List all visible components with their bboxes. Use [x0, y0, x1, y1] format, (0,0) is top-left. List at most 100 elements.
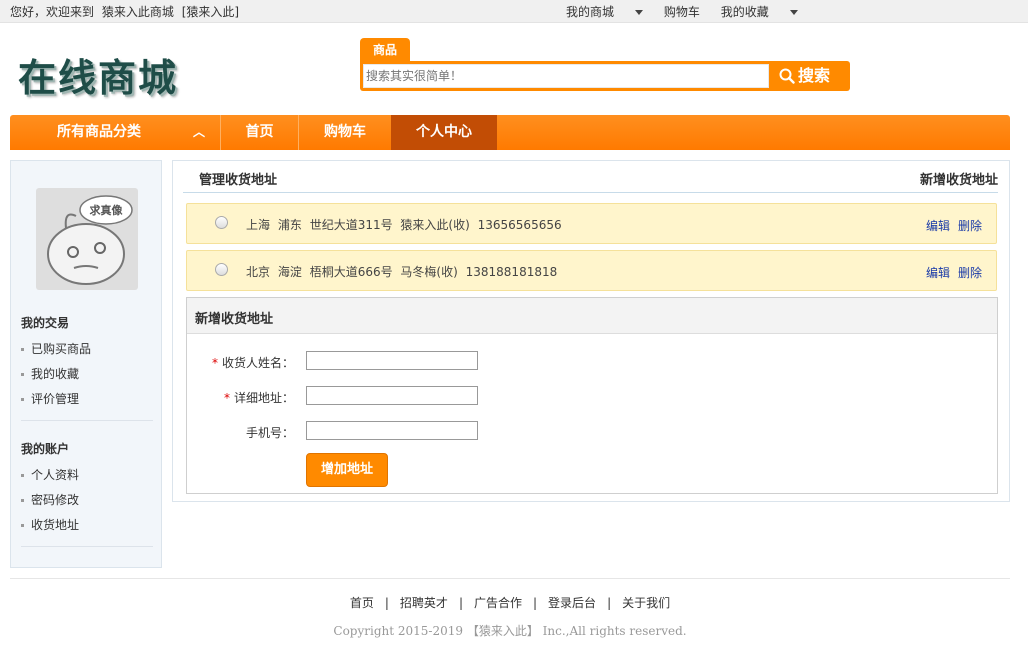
search-button-label: 搜索: [798, 66, 831, 85]
address-label-text: 详细地址：: [233, 391, 294, 405]
footer-link-ads[interactable]: 广告合作: [474, 596, 522, 610]
form-header: 新增收货地址: [187, 298, 997, 334]
user-link[interactable]: [猿来入此]: [182, 5, 239, 19]
edit-link[interactable]: 编辑: [926, 266, 950, 280]
site-logo[interactable]: 在线商城: [18, 47, 178, 102]
form-row-phone: 手机号：: [187, 421, 997, 441]
sidebar: 求真像 我的交易 已购买商品 我的收藏 评价管理 我的账户 个人资料 密码修改 …: [10, 160, 162, 568]
bullet-icon: [21, 474, 24, 477]
add-address-button[interactable]: 增加地址: [306, 453, 388, 487]
address-text: 上海 浦东 世纪大道311号 猿来入此(收) 13656565656: [246, 216, 566, 233]
footer-links: 首页 | 招聘英才 | 广告合作 | 登录后台 | 关于我们: [0, 594, 1020, 611]
cart-link[interactable]: 购物车: [664, 3, 700, 20]
address-province: 北京: [246, 265, 271, 279]
address-recipient: 马冬梅(收): [400, 265, 458, 279]
address-radio[interactable]: [215, 263, 228, 276]
form-title: 新增收货地址: [195, 312, 274, 327]
bullet-icon: [21, 524, 24, 527]
search-input[interactable]: [363, 64, 769, 88]
address-text: 北京 海淀 梧桐大道666号 马冬梅(收) 138188181818: [246, 263, 561, 280]
favorites-menu[interactable]: 我的收藏: [721, 3, 798, 20]
address-radio[interactable]: [215, 216, 228, 229]
sidebar-item-reviews[interactable]: 评价管理: [21, 390, 79, 407]
address-header: 管理收货地址 新增收货地址: [183, 161, 998, 193]
footer-divider: [10, 578, 1010, 579]
recipient-name-input[interactable]: [306, 351, 478, 370]
phone-label: 手机号：: [245, 426, 294, 440]
recipient-label-text: 收货人姓名：: [221, 356, 294, 370]
address-district: 浦东: [277, 218, 302, 232]
search-button[interactable]: 搜索: [774, 64, 846, 88]
sidebar-item-label: 密码修改: [31, 493, 80, 507]
sidebar-item-password[interactable]: 密码修改: [21, 491, 79, 508]
shop-name: 猿来入此商城: [101, 5, 174, 19]
nav-personal-center[interactable]: 个人中心: [391, 115, 497, 150]
nav-home[interactable]: 首页: [221, 115, 298, 150]
new-address-link[interactable]: 新增收货地址: [920, 169, 998, 188]
footer-link-admin[interactable]: 登录后台: [548, 596, 596, 610]
bullet-icon: [21, 348, 24, 351]
address-row: 北京 海淀 梧桐大道666号 马冬梅(收) 138188181818 编辑 删除: [186, 250, 997, 291]
favorites-label: 我的收藏: [720, 5, 769, 19]
search-icon: [779, 68, 795, 84]
form-row-recipient: * 收货人姓名：: [187, 351, 997, 371]
delete-link[interactable]: 删除: [958, 219, 982, 233]
address-label: * 详细地址：: [224, 389, 294, 406]
top-links: 我的商城 购物车 我的收藏: [566, 3, 815, 20]
edit-link[interactable]: 编辑: [926, 219, 950, 233]
address-province: 上海: [246, 218, 271, 232]
welcome-text: 您好，欢迎来到 猿来入此商城 [猿来入此]: [10, 3, 243, 20]
chevron-down-icon: [635, 10, 644, 15]
avatar: 求真像: [36, 188, 138, 290]
address-phone: 13656565656: [477, 218, 562, 232]
all-categories-label: 所有商品分类: [57, 124, 141, 140]
address-actions: 编辑 删除: [918, 217, 982, 234]
sidebar-item-purchased[interactable]: 已购买商品: [21, 340, 91, 357]
footer-separator: |: [607, 596, 612, 610]
new-address-form: 新增收货地址 * 收货人姓名： * 详细地址： 手机号： 增加地址: [186, 297, 998, 494]
address-street: 世纪大道311号: [309, 218, 393, 232]
sidebar-item-favorites[interactable]: 我的收藏: [21, 365, 79, 382]
detail-address-input[interactable]: [306, 386, 478, 405]
section-title-account: 我的账户: [21, 442, 70, 456]
copyright-text: Copyright 2015-2019 【猿来入此】 Inc.,All righ…: [333, 624, 687, 638]
sidebar-item-label: 个人资料: [31, 468, 80, 482]
nav-cart[interactable]: 购物车: [299, 115, 391, 150]
address-row: 上海 浦东 世纪大道311号 猿来入此(收) 13656565656 编辑 删除: [186, 203, 997, 244]
sidebar-divider: [21, 420, 153, 421]
sidebar-item-profile[interactable]: 个人资料: [21, 466, 79, 483]
address-actions: 编辑 删除: [918, 264, 982, 281]
sidebar-item-label: 收货地址: [31, 518, 80, 532]
footer-link-about[interactable]: 关于我们: [622, 596, 670, 610]
main-nav: 所有商品分类 ︿ 首页 购物车 个人中心: [10, 115, 1010, 150]
required-marker: *: [223, 391, 230, 405]
sidebar-item-label: 已购买商品: [31, 342, 92, 356]
avatar-bubble-text: 求真像: [90, 203, 124, 217]
footer-link-careers[interactable]: 招聘英才: [400, 596, 448, 610]
section-title-trade: 我的交易: [21, 316, 70, 330]
address-street: 梧桐大道666号: [309, 265, 393, 279]
delete-link[interactable]: 删除: [958, 266, 982, 280]
cartoon-face-icon: 求真像: [47, 195, 133, 285]
footer-separator: |: [533, 596, 538, 610]
my-mall-label: 我的商城: [566, 5, 615, 19]
search-tab-goods[interactable]: 商品: [360, 38, 410, 62]
sidebar-item-label: 我的收藏: [31, 367, 80, 381]
footer-link-home[interactable]: 首页: [350, 596, 374, 610]
bullet-icon: [21, 398, 24, 401]
address-recipient: 猿来入此(收): [400, 218, 470, 232]
page-title: 管理收货地址: [199, 173, 278, 188]
sidebar-item-address[interactable]: 收货地址: [21, 516, 79, 533]
form-row-address: * 详细地址：: [187, 386, 997, 406]
my-mall-menu[interactable]: 我的商城: [566, 3, 644, 20]
top-bar: 您好，欢迎来到 猿来入此商城 [猿来入此] 我的商城 购物车 我的收藏: [0, 0, 1028, 23]
address-manager: 管理收货地址 新增收货地址 上海 浦东 世纪大道311号 猿来入此(收) 136…: [172, 160, 1010, 502]
search-bar: 搜索: [360, 61, 850, 91]
sidebar-divider: [21, 546, 153, 547]
footer-separator: |: [384, 596, 389, 610]
phone-input[interactable]: [306, 421, 478, 440]
welcome-greeting: 您好，欢迎来到: [10, 5, 95, 19]
all-categories-menu[interactable]: 所有商品分类 ︿: [10, 115, 220, 150]
bullet-icon: [21, 499, 24, 502]
chevron-down-icon: [789, 10, 798, 15]
